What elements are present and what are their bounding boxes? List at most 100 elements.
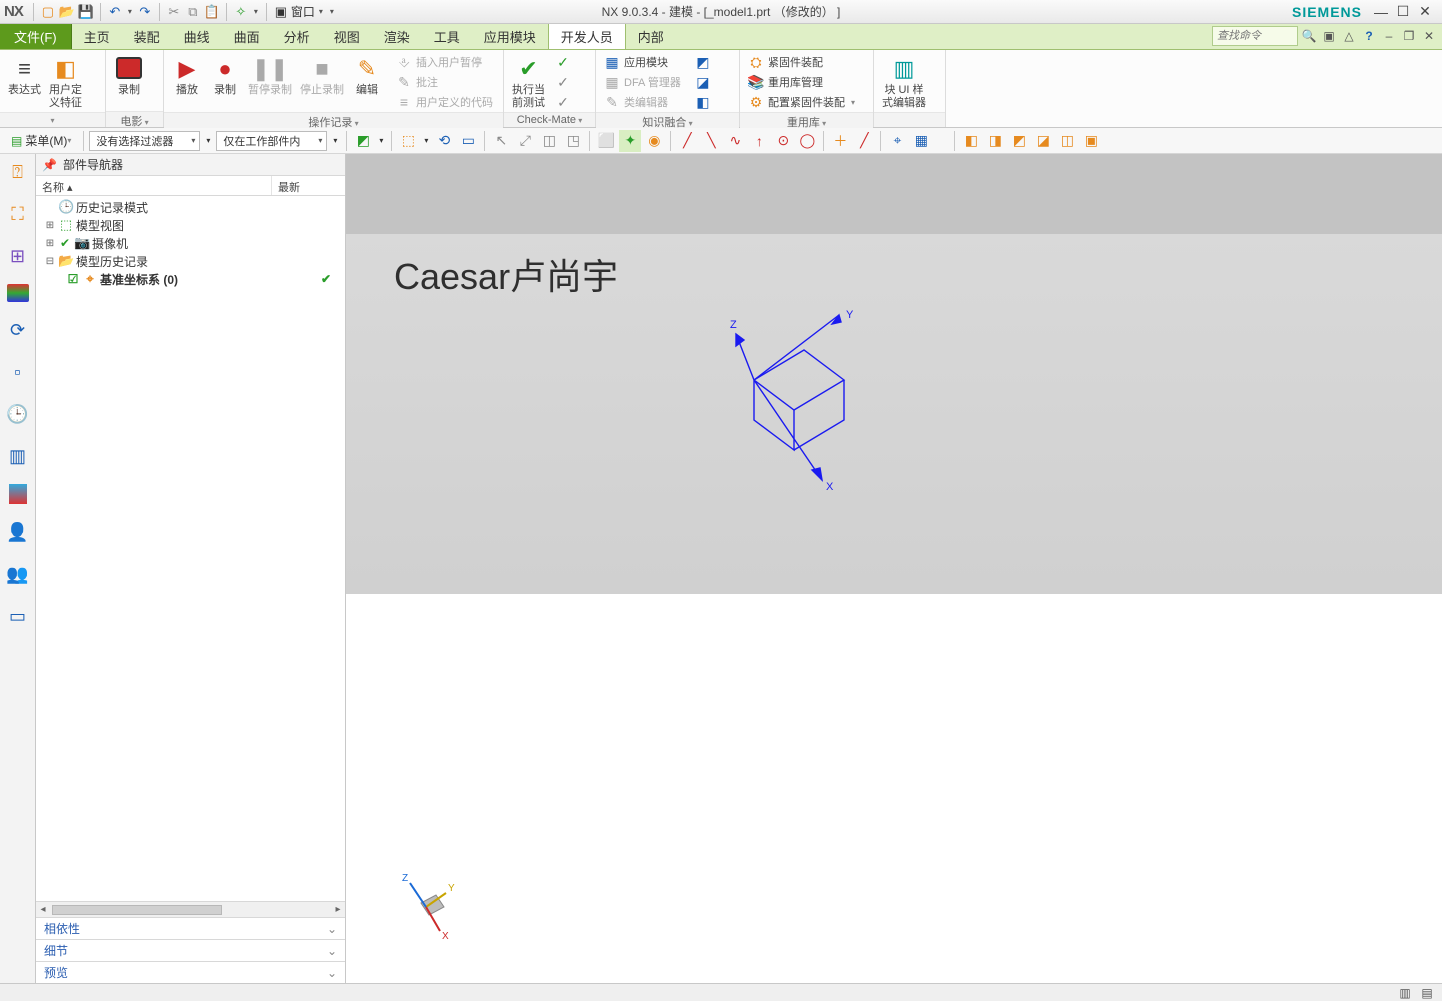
kf-app-button[interactable]: ▦应用模块 bbox=[600, 52, 685, 72]
block-ui-styler-button[interactable]: ▥块 UI 样 式编辑器 bbox=[878, 52, 930, 112]
close-icon[interactable]: ✕ bbox=[1414, 3, 1436, 21]
section-details[interactable]: 细节⌄ bbox=[36, 939, 345, 961]
open-file-icon[interactable]: 📂 bbox=[58, 3, 76, 21]
aux4-icon[interactable]: ◪ bbox=[1032, 130, 1054, 152]
udf-button[interactable]: ◧用户定 义特征 bbox=[45, 52, 86, 112]
status-icon-1[interactable]: ▥ bbox=[1396, 984, 1414, 1002]
datum-csys-graphic[interactable]: Y X Z bbox=[714, 310, 914, 500]
touch-dropdown-icon[interactable]: ▾ bbox=[251, 3, 261, 21]
group-label-checkmate[interactable]: Check-Mate bbox=[504, 112, 595, 127]
wcs-icon[interactable]: ⌖ bbox=[886, 130, 908, 152]
tab-render[interactable]: 渲染 bbox=[372, 24, 422, 49]
save-icon[interactable]: 💾 bbox=[77, 3, 95, 21]
snap-midpoint-icon[interactable]: ╲ bbox=[700, 130, 722, 152]
snap-curve-icon[interactable]: ∿ bbox=[724, 130, 746, 152]
scroll-left-icon[interactable]: ◂ bbox=[36, 904, 50, 915]
scroll-right-icon[interactable]: ▸ bbox=[331, 904, 345, 915]
tab-developer[interactable]: 开发人员 bbox=[548, 24, 626, 49]
reuse-lib-button[interactable]: 📚重用库管理 bbox=[744, 72, 859, 92]
scope-filter-combo[interactable]: 仅在工作部件内▾ bbox=[216, 131, 327, 151]
sel3-icon[interactable]: ⟲ bbox=[433, 130, 455, 152]
new-file-icon[interactable]: ▢ bbox=[39, 3, 57, 21]
snap1-icon[interactable]: ✦ bbox=[619, 130, 641, 152]
maximize-icon[interactable]: ☐ bbox=[1392, 3, 1414, 21]
filter-dropdown-icon[interactable]: ▾ bbox=[202, 130, 214, 152]
scope-dropdown-icon[interactable]: ▾ bbox=[329, 130, 341, 152]
snap-point-icon[interactable]: ↑ bbox=[748, 130, 770, 152]
movie-record-button[interactable]: 录制 bbox=[110, 52, 148, 99]
file-menu-button[interactable]: 文件(F) bbox=[0, 24, 72, 49]
expand-icon[interactable]: ⊞ bbox=[44, 238, 56, 249]
aux5-icon[interactable]: ◫ bbox=[1056, 130, 1078, 152]
constraint-navigator-tab-icon[interactable]: ⊞ bbox=[4, 242, 32, 270]
sel5-icon[interactable]: ↖ bbox=[490, 130, 512, 152]
child-close-icon[interactable]: ✕ bbox=[1420, 27, 1438, 45]
section-dependency[interactable]: 相依性⌄ bbox=[36, 917, 345, 939]
snap-center-icon[interactable]: ⊙ bbox=[772, 130, 794, 152]
journal-play-button[interactable]: ▶播放 bbox=[168, 52, 206, 99]
checkbox[interactable]: ☑ bbox=[66, 272, 80, 286]
navigator-tree[interactable]: 🕒 历史记录模式 ⊞⬚ 模型视图 ⊞✔📷 摄像机 ⊟📂 模型历史记录 ☑⌖ 基准… bbox=[36, 196, 345, 901]
tree-row-datum-csys[interactable]: ☑⌖ 基准坐标系 (0) ✔ bbox=[36, 270, 345, 288]
touch-mode-icon[interactable]: ✧ bbox=[232, 3, 250, 21]
journal-edit-button[interactable]: ✎编辑 bbox=[348, 52, 386, 99]
group-label-movie[interactable]: 电影 bbox=[106, 111, 163, 127]
group-label-kf[interactable]: 知识融合 bbox=[596, 112, 739, 128]
tab-analysis[interactable]: 分析 bbox=[272, 24, 322, 49]
section-preview[interactable]: 预览⌄ bbox=[36, 961, 345, 983]
checkmate-opt1-button[interactable]: ✓ bbox=[551, 52, 575, 72]
pin-icon[interactable]: 📌 bbox=[42, 158, 57, 172]
reuse-library-tab-icon[interactable] bbox=[7, 284, 29, 302]
col-name[interactable]: 名称 ▴ bbox=[36, 176, 272, 195]
child-restore-icon[interactable]: ❐ bbox=[1400, 27, 1418, 45]
help-icon[interactable]: ? bbox=[1360, 27, 1378, 45]
checkmate-opt3-button[interactable]: ✓ bbox=[551, 92, 575, 112]
tab-view[interactable]: 视图 bbox=[322, 24, 372, 49]
status-icon-2[interactable]: ▤ bbox=[1418, 984, 1436, 1002]
search-icon[interactable]: 🔍 bbox=[1300, 27, 1318, 45]
expand-icon[interactable]: ⊞ bbox=[44, 220, 56, 231]
tab-internal[interactable]: 内部 bbox=[626, 24, 676, 49]
part-navigator-tab-icon[interactable]: ⍰ bbox=[4, 158, 32, 186]
window-dropdown-icon[interactable]: ▾ bbox=[316, 3, 326, 21]
aux3-icon[interactable]: ◩ bbox=[1008, 130, 1030, 152]
group-label-journal[interactable]: 操作记录 bbox=[164, 112, 503, 128]
process-tab-icon[interactable]: 👤 bbox=[4, 518, 32, 546]
tree-row-model-views[interactable]: ⊞⬚ 模型视图 bbox=[36, 216, 345, 234]
snap-tangent-icon[interactable]: ╱ bbox=[853, 130, 875, 152]
sel1-icon[interactable]: ◩ bbox=[352, 130, 374, 152]
sel2-dd[interactable]: ▾ bbox=[421, 130, 431, 152]
sel7-icon[interactable]: ◫ bbox=[538, 130, 560, 152]
assembly-navigator-tab-icon[interactable]: ⛶ bbox=[4, 200, 32, 228]
aux6-icon[interactable]: ▣ bbox=[1080, 130, 1102, 152]
sel6-icon[interactable]: ⤢ bbox=[514, 130, 536, 152]
sheet-tab-icon[interactable]: ▭ bbox=[4, 602, 32, 630]
browser-tab-icon[interactable]: ▫ bbox=[4, 358, 32, 386]
expression-button[interactable]: ≡表达式 bbox=[4, 52, 45, 99]
tab-curve[interactable]: 曲线 bbox=[172, 24, 222, 49]
tree-row-history-mode[interactable]: 🕒 历史记录模式 bbox=[36, 198, 345, 216]
collapse-ribbon-icon[interactable]: △ bbox=[1340, 27, 1358, 45]
sel2-icon[interactable]: ⬚ bbox=[397, 130, 419, 152]
checkmate-opt2-button[interactable]: ✓ bbox=[551, 72, 575, 92]
tab-application[interactable]: 应用模块 bbox=[472, 24, 548, 49]
kf-extra2-button[interactable]: ◪ bbox=[691, 72, 715, 92]
kf-extra1-button[interactable]: ◩ bbox=[691, 52, 715, 72]
history-tab-icon[interactable]: 🕒 bbox=[4, 400, 32, 428]
kf-extra3-button[interactable]: ◧ bbox=[691, 92, 715, 112]
col-latest[interactable]: 最新 bbox=[272, 176, 345, 195]
hd3d-tab-icon[interactable]: ⟳ bbox=[4, 316, 32, 344]
window-icon[interactable]: ▣ bbox=[272, 3, 290, 21]
child-minimize-icon[interactable]: – bbox=[1380, 27, 1398, 45]
tab-home[interactable]: 主页 bbox=[72, 24, 122, 49]
system-tab-icon[interactable] bbox=[9, 484, 27, 504]
tree-row-model-history[interactable]: ⊟📂 模型历史记录 bbox=[36, 252, 345, 270]
scroll-thumb[interactable] bbox=[52, 905, 222, 915]
snap-intersect-icon[interactable]: ＋ bbox=[829, 130, 851, 152]
sel8-icon[interactable]: ◳ bbox=[562, 130, 584, 152]
redo-icon[interactable]: ↷ bbox=[136, 3, 154, 21]
undo-icon[interactable]: ↶ bbox=[106, 3, 124, 21]
snap-endpoint-icon[interactable]: ╱ bbox=[676, 130, 698, 152]
command-search-input[interactable] bbox=[1212, 26, 1298, 46]
sel1-dd[interactable]: ▾ bbox=[376, 130, 386, 152]
